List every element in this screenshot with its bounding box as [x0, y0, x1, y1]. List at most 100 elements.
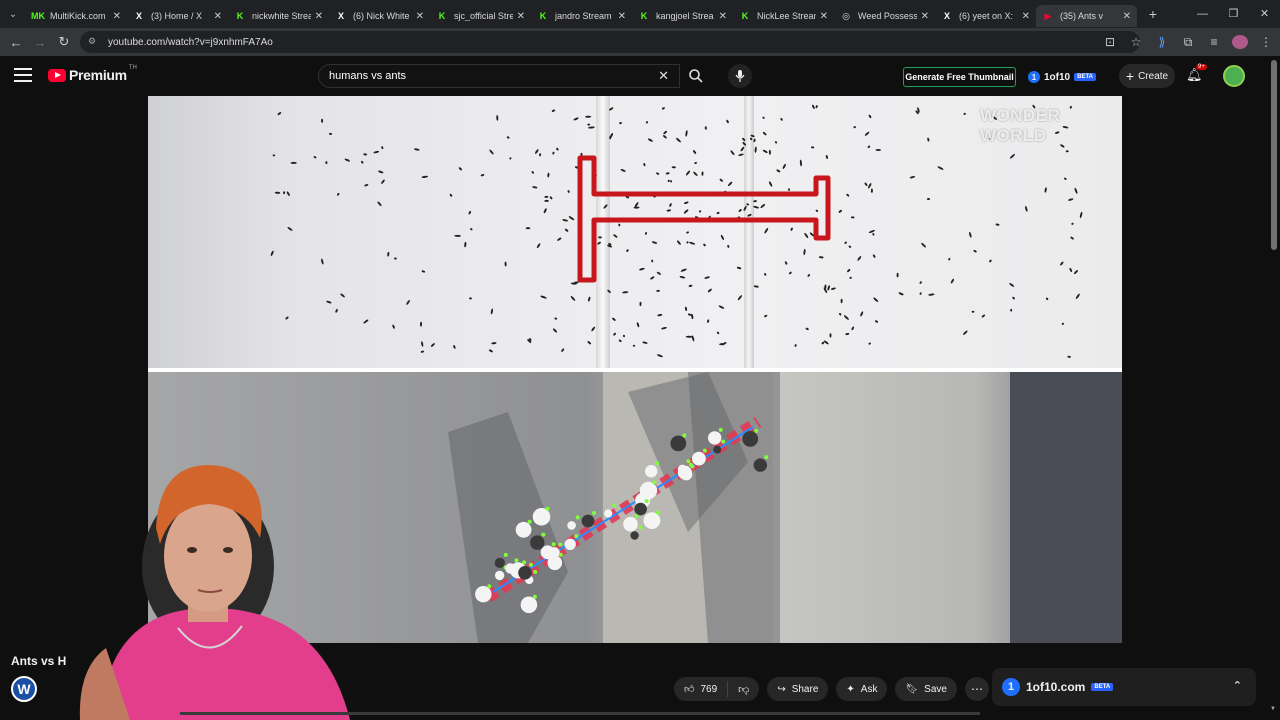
ant	[1071, 222, 1074, 225]
media-control-icon[interactable]: ≡	[1206, 35, 1222, 49]
tracking-marker	[592, 511, 596, 515]
account-avatar[interactable]	[1223, 65, 1245, 87]
browser-tab[interactable]: Ksjc_official Stre ✕	[430, 5, 531, 27]
person	[494, 570, 505, 581]
ant	[762, 149, 768, 154]
ant	[344, 158, 351, 162]
tab-close-icon[interactable]: ✕	[719, 11, 727, 22]
voice-search-button[interactable]	[728, 64, 752, 88]
tab-close-icon[interactable]: ✕	[618, 11, 626, 22]
tab-close-icon[interactable]: ✕	[1123, 11, 1131, 22]
tab-favicon-icon: MK	[31, 11, 45, 21]
menu-icon[interactable]	[14, 68, 32, 82]
tab-close-icon[interactable]: ✕	[214, 11, 222, 22]
profile-avatar-icon[interactable]	[1232, 35, 1248, 49]
ant	[742, 137, 746, 141]
ant	[430, 343, 435, 347]
1of10-side-panel[interactable]: 1 1of10.com BETA ⌃	[992, 668, 1256, 706]
ant	[283, 191, 286, 195]
ant	[587, 341, 592, 345]
browser-tab[interactable]: X (6) yeet on X: ✕	[935, 5, 1036, 27]
share-button[interactable]: ↪ Share	[767, 677, 829, 701]
tab-search-icon[interactable]: ⌄	[0, 0, 26, 28]
ask-button[interactable]: ✦ Ask	[836, 677, 888, 701]
save-button[interactable]: 🔖︎ Save	[895, 677, 957, 701]
beta-badge: BETA	[1074, 73, 1097, 81]
extension-1of10-icon[interactable]: ⟫	[1154, 35, 1170, 49]
install-icon[interactable]: ⊡	[1102, 35, 1118, 49]
tab-close-icon[interactable]: ✕	[416, 11, 424, 22]
tab-close-icon[interactable]: ✕	[113, 11, 121, 22]
ant	[598, 236, 602, 239]
tab-close-icon[interactable]: ✕	[921, 11, 929, 22]
browser-menu-icon[interactable]: ⋮	[1258, 35, 1274, 49]
search-button[interactable]	[680, 64, 712, 88]
ant	[689, 241, 696, 245]
scroll-down-arrow-icon[interactable]: ▼	[1270, 706, 1276, 712]
tab-close-icon[interactable]: ✕	[1022, 11, 1030, 22]
ant	[392, 324, 395, 329]
youtube-logo[interactable]: Premium TH	[48, 65, 137, 83]
person	[564, 538, 576, 550]
like-button[interactable]: 👍︎ 769	[674, 681, 729, 697]
thumbs-up-icon: 👍︎	[684, 684, 695, 695]
ant	[784, 261, 788, 265]
tab-close-icon[interactable]: ✕	[517, 11, 525, 22]
person	[643, 512, 661, 529]
notifications-button[interactable]: 🔔︎ 9+	[1186, 64, 1207, 85]
generate-thumbnail-button[interactable]: Generate Free Thumbnail	[903, 67, 1016, 87]
tracking-marker	[655, 510, 660, 515]
1of10-extension-button[interactable]: 1 1of10 BETA	[1028, 67, 1097, 87]
ant	[1060, 261, 1064, 266]
chevron-up-icon[interactable]: ⌃	[1233, 679, 1242, 692]
extensions-icon[interactable]: ⧉	[1180, 35, 1196, 50]
browser-tab[interactable]: Kkangjoel Strea ✕	[632, 5, 733, 27]
site-info-icon[interactable]: ⚙	[88, 36, 100, 48]
tab-close-icon[interactable]: ✕	[315, 11, 323, 22]
browser-tab[interactable]: Knickwhite Strea ✕	[228, 5, 329, 27]
person	[630, 531, 639, 540]
browser-tab[interactable]: ◎ Weed Possessi ✕	[834, 5, 935, 27]
browser-tab[interactable]: MK MultiKick.com ✕	[26, 5, 127, 27]
more-actions-icon[interactable]: ⋯	[964, 677, 989, 701]
ant	[811, 146, 815, 149]
browser-tab[interactable]: Kjandro Stream ✕	[531, 5, 632, 27]
url-field[interactable]: ⚙ youtube.com/watch?v=j9xnhmFA7Ao	[80, 31, 1140, 53]
logo-region: TH	[128, 65, 137, 71]
ant	[378, 170, 384, 174]
minimize-icon[interactable]: —	[1187, 0, 1218, 28]
ant	[554, 317, 558, 320]
restore-icon[interactable]: ❐	[1218, 0, 1249, 28]
ant	[679, 275, 686, 279]
ant	[496, 115, 499, 121]
browser-tab[interactable]: ▶ (35) Ants v ✕	[1036, 5, 1137, 27]
channel-avatar[interactable]: W	[11, 676, 37, 702]
ant	[603, 204, 608, 209]
clear-search-icon[interactable]: ✕	[658, 68, 669, 84]
ant	[506, 136, 510, 139]
ant	[872, 233, 875, 236]
browser-tab[interactable]: X (3) Home / X ✕	[127, 5, 228, 27]
ant	[937, 166, 944, 170]
like-dislike-group: 👍︎ 769 👎︎	[674, 677, 760, 701]
person	[623, 516, 638, 532]
ant	[453, 344, 456, 349]
tab-close-icon[interactable]: ✕	[820, 11, 828, 22]
browser-tab[interactable]: K NickLee Stream ✕	[733, 5, 834, 27]
close-window-icon[interactable]: ✕	[1249, 0, 1280, 28]
new-tab-icon[interactable]: +	[1143, 6, 1163, 22]
reload-icon[interactable]: ↻	[52, 34, 76, 50]
ant	[707, 319, 710, 323]
search-input[interactable]: humans vs ants ✕	[318, 64, 680, 88]
create-button[interactable]: + Create	[1119, 64, 1175, 88]
page-scrollbar[interactable]	[1271, 60, 1277, 250]
browser-tab[interactable]: X (6) Nick White ✕	[329, 5, 430, 27]
bookmark-star-icon[interactable]: ☆	[1128, 35, 1144, 49]
forward-icon[interactable]: →	[28, 35, 52, 50]
ant	[480, 174, 485, 177]
share-arrow-icon: ↪	[777, 683, 786, 695]
tab-label: sjc_official Stre	[454, 11, 513, 21]
dislike-button[interactable]: 👎︎	[728, 683, 759, 696]
ant	[570, 295, 576, 301]
back-icon[interactable]: ←	[4, 35, 28, 50]
